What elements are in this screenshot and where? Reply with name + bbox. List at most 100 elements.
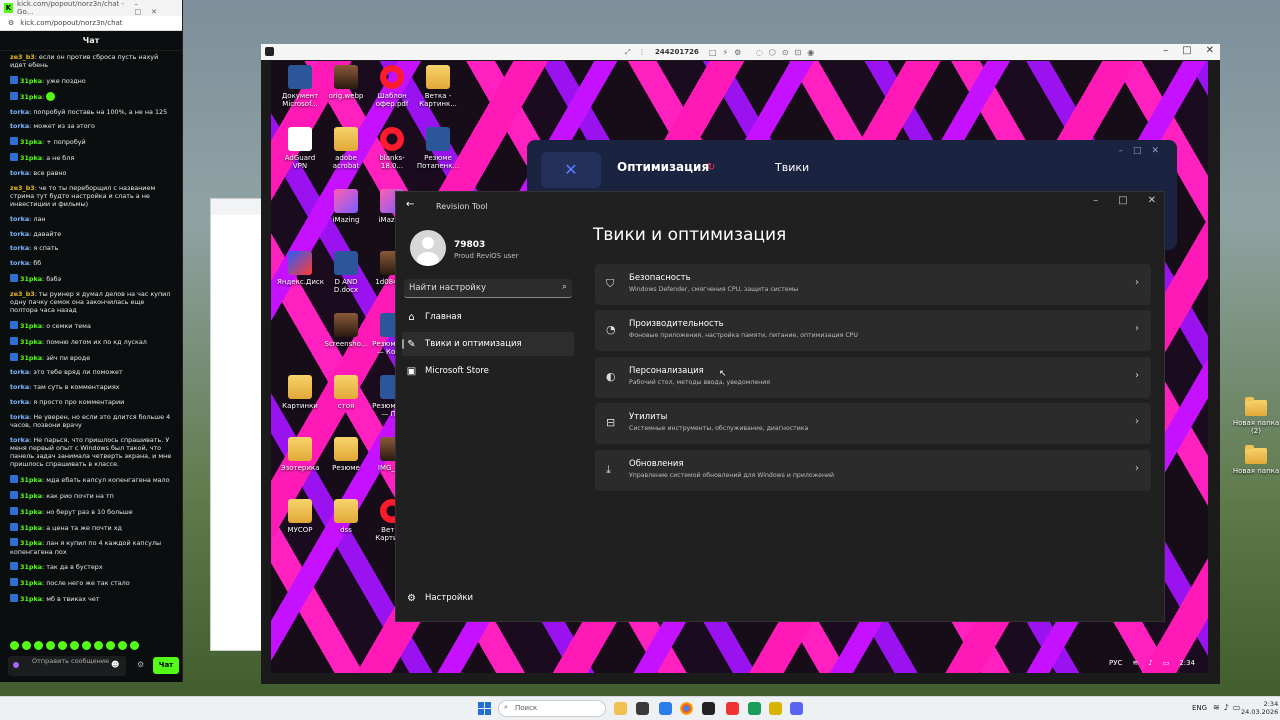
tab-tweaks[interactable]: Твики xyxy=(775,161,809,174)
maximize-icon[interactable]: □ xyxy=(1182,45,1191,56)
chat-username[interactable]: torka xyxy=(10,244,29,252)
window-controls[interactable]: – □ ✕ xyxy=(1163,45,1214,56)
chat-username[interactable]: torka xyxy=(10,259,29,267)
card-personalization[interactable]: ◐ Персонализация Рабочий стол, методы вв… xyxy=(595,357,1151,398)
guest-desktop-icon[interactable]: Эзотерика xyxy=(277,437,323,472)
guest-desktop-icon[interactable]: МУСОР xyxy=(277,499,323,534)
language-indicator[interactable]: ENG xyxy=(1192,704,1207,712)
wifi-icon[interactable]: ≋ xyxy=(1132,659,1138,667)
guest-desktop-icon[interactable]: Документ Microsof... xyxy=(277,65,323,108)
nav-item-settings[interactable]: ⚙ Настройки xyxy=(402,586,574,610)
guest-desktop-icon[interactable]: adobe acrobat xyxy=(323,127,369,170)
guest-lang-indicator[interactable]: РУС xyxy=(1109,659,1122,667)
chat-username[interactable]: torka xyxy=(10,108,29,116)
chat-username[interactable]: 31pka xyxy=(20,77,42,85)
vm-toolbar-icons[interactable]: □⚡⚙ ◌⬡⊙⊡◉ xyxy=(709,48,820,57)
chat-username[interactable]: 31pka xyxy=(20,338,42,346)
chat-username[interactable]: 31pka xyxy=(20,579,42,587)
minimize-icon[interactable]: – xyxy=(1093,195,1098,206)
chat-username[interactable]: 31pka xyxy=(20,563,42,571)
vm-fullscreen-icon[interactable]: ⤢⋮ xyxy=(625,48,654,57)
settings-search-input[interactable]: Найти настройку ⌕ xyxy=(404,279,572,298)
taskview-icon[interactable] xyxy=(636,702,649,715)
guest-desktop-icon[interactable]: dss xyxy=(323,499,369,534)
taskbar-search[interactable]: ⌕ Поиск xyxy=(498,700,606,717)
guest-desktop-icon[interactable]: orig.webp xyxy=(323,65,369,100)
guest-desktop-icon[interactable]: Яндекс.Диск xyxy=(277,251,324,286)
chat-username[interactable]: 31pka xyxy=(20,508,42,516)
guest-desktop-icon[interactable]: Резюме xyxy=(323,437,369,472)
window-controls[interactable]: –□✕ xyxy=(134,0,182,16)
chat-username[interactable]: 31pka xyxy=(20,93,42,101)
store-icon[interactable] xyxy=(659,702,672,715)
chat-send-button[interactable]: Чат xyxy=(153,657,179,674)
emoji-icon[interactable]: ☻ xyxy=(111,660,119,669)
guest-desktop-icon[interactable]: Шаблон офер.pdf xyxy=(369,65,415,108)
chat-username[interactable]: torka xyxy=(10,169,29,177)
nav-item-store[interactable]: ▣ Microsoft Store xyxy=(402,359,574,383)
chat-username[interactable]: 31pka xyxy=(20,595,42,603)
maximize-icon[interactable]: □ xyxy=(1118,195,1127,206)
card-performance[interactable]: ◔ Производительность Фоновые приложения,… xyxy=(595,310,1151,351)
guest-desktop-icon[interactable]: D AND D.docx xyxy=(323,251,369,294)
volume-icon[interactable]: ♪ xyxy=(1148,659,1152,667)
chat-username[interactable]: torka xyxy=(10,215,29,223)
card-security[interactable]: ⛉ Безопасность Windows Defender, смягчен… xyxy=(595,264,1151,305)
chat-username[interactable]: 31pka xyxy=(20,154,42,162)
chat-username[interactable]: 31pka xyxy=(20,275,42,283)
chrome-icon[interactable] xyxy=(680,702,693,715)
gear-icon[interactable]: ⚙ xyxy=(137,660,144,669)
nav-item-tweaks[interactable]: ✎ Твики и оптимизация xyxy=(402,332,574,356)
chat-username[interactable]: 31pka xyxy=(20,476,42,484)
tray-icons[interactable]: ≋♪▭ xyxy=(1213,703,1244,712)
chat-username[interactable]: ze3_b3 xyxy=(10,290,35,298)
chat-username[interactable]: 31pka xyxy=(20,539,42,547)
chat-username[interactable]: torka xyxy=(10,230,29,238)
discord-icon[interactable] xyxy=(790,702,803,715)
guest-desktop-icon[interactable]: blanks-18.0... xyxy=(369,127,415,170)
chat-username[interactable]: torka xyxy=(10,368,29,376)
close-icon[interactable]: ✕ xyxy=(1148,195,1156,206)
chat-username[interactable]: torka xyxy=(10,122,29,130)
guest-desktop-icon[interactable]: Ветка - Картинк... xyxy=(415,65,461,108)
search-icon[interactable]: ⌕ xyxy=(562,282,567,292)
address-bar[interactable]: ⚙ kick.com/popout/norz3n/chat xyxy=(0,16,182,31)
guest-desktop-icon[interactable]: AdGuard VPN xyxy=(277,127,323,170)
chat-username[interactable]: 31pka xyxy=(20,322,42,330)
chat-username[interactable]: 31pka xyxy=(20,138,42,146)
card-updates[interactable]: ⤓ Обновления Управление системой обновле… xyxy=(595,450,1151,491)
guest-desktop-icon[interactable]: iMazing xyxy=(323,189,369,224)
app-icon[interactable] xyxy=(748,702,761,715)
back-arrow-icon[interactable]: ← xyxy=(406,199,414,210)
close-icon[interactable]: ✕ xyxy=(1206,45,1214,56)
guest-desktop-icon[interactable]: стоя xyxy=(323,375,369,410)
vm-app-taskbar-icon[interactable] xyxy=(702,702,715,715)
chat-username[interactable]: 31pka xyxy=(20,354,42,362)
chat-username[interactable]: 31pka xyxy=(20,524,42,532)
minimize-icon[interactable]: – xyxy=(1163,45,1168,56)
guest-desktop-icon[interactable]: Screensho... xyxy=(323,313,369,348)
windows-start-icon[interactable] xyxy=(478,702,491,715)
chat-username[interactable]: torka xyxy=(10,436,29,444)
chat-username[interactable]: ze3_b3 xyxy=(10,184,35,192)
guest-desktop-icon[interactable]: Картинки xyxy=(277,375,323,410)
battery-icon[interactable]: ▭ xyxy=(1163,659,1170,667)
window-controls[interactable]: – □ ✕ xyxy=(1093,195,1156,206)
chat-input[interactable]: Отправить сообщение xyxy=(8,656,126,676)
taskbar-clock[interactable]: 2:34 24.03.2026 xyxy=(1241,700,1278,716)
app-icon[interactable] xyxy=(726,702,739,715)
chat-username[interactable]: torka xyxy=(10,413,29,421)
chat-username[interactable]: torka xyxy=(10,398,29,406)
card-utilities[interactable]: ⊟ Утилиты Системные инструменты, обслужи… xyxy=(595,403,1151,444)
file-explorer-icon[interactable] xyxy=(614,702,627,715)
chat-username[interactable]: 31pka xyxy=(20,492,42,500)
desktop-icon-new-folder[interactable]: Новая папка xyxy=(1229,445,1280,475)
tab-optimization[interactable]: Оптимизация xyxy=(617,160,709,174)
nav-item-home[interactable]: ⌂ Главная xyxy=(402,305,574,329)
site-info-icon[interactable]: ⚙ xyxy=(8,19,14,27)
guest-desktop-icon[interactable]: Резюме Потапенк... xyxy=(415,127,461,170)
desktop-icon-new-folder-2[interactable]: Новая папка (2) xyxy=(1229,397,1280,435)
chat-username[interactable]: torka xyxy=(10,383,29,391)
chat-username[interactable]: ze3_b3 xyxy=(10,53,35,61)
emote-quick-bar[interactable] xyxy=(10,641,139,650)
